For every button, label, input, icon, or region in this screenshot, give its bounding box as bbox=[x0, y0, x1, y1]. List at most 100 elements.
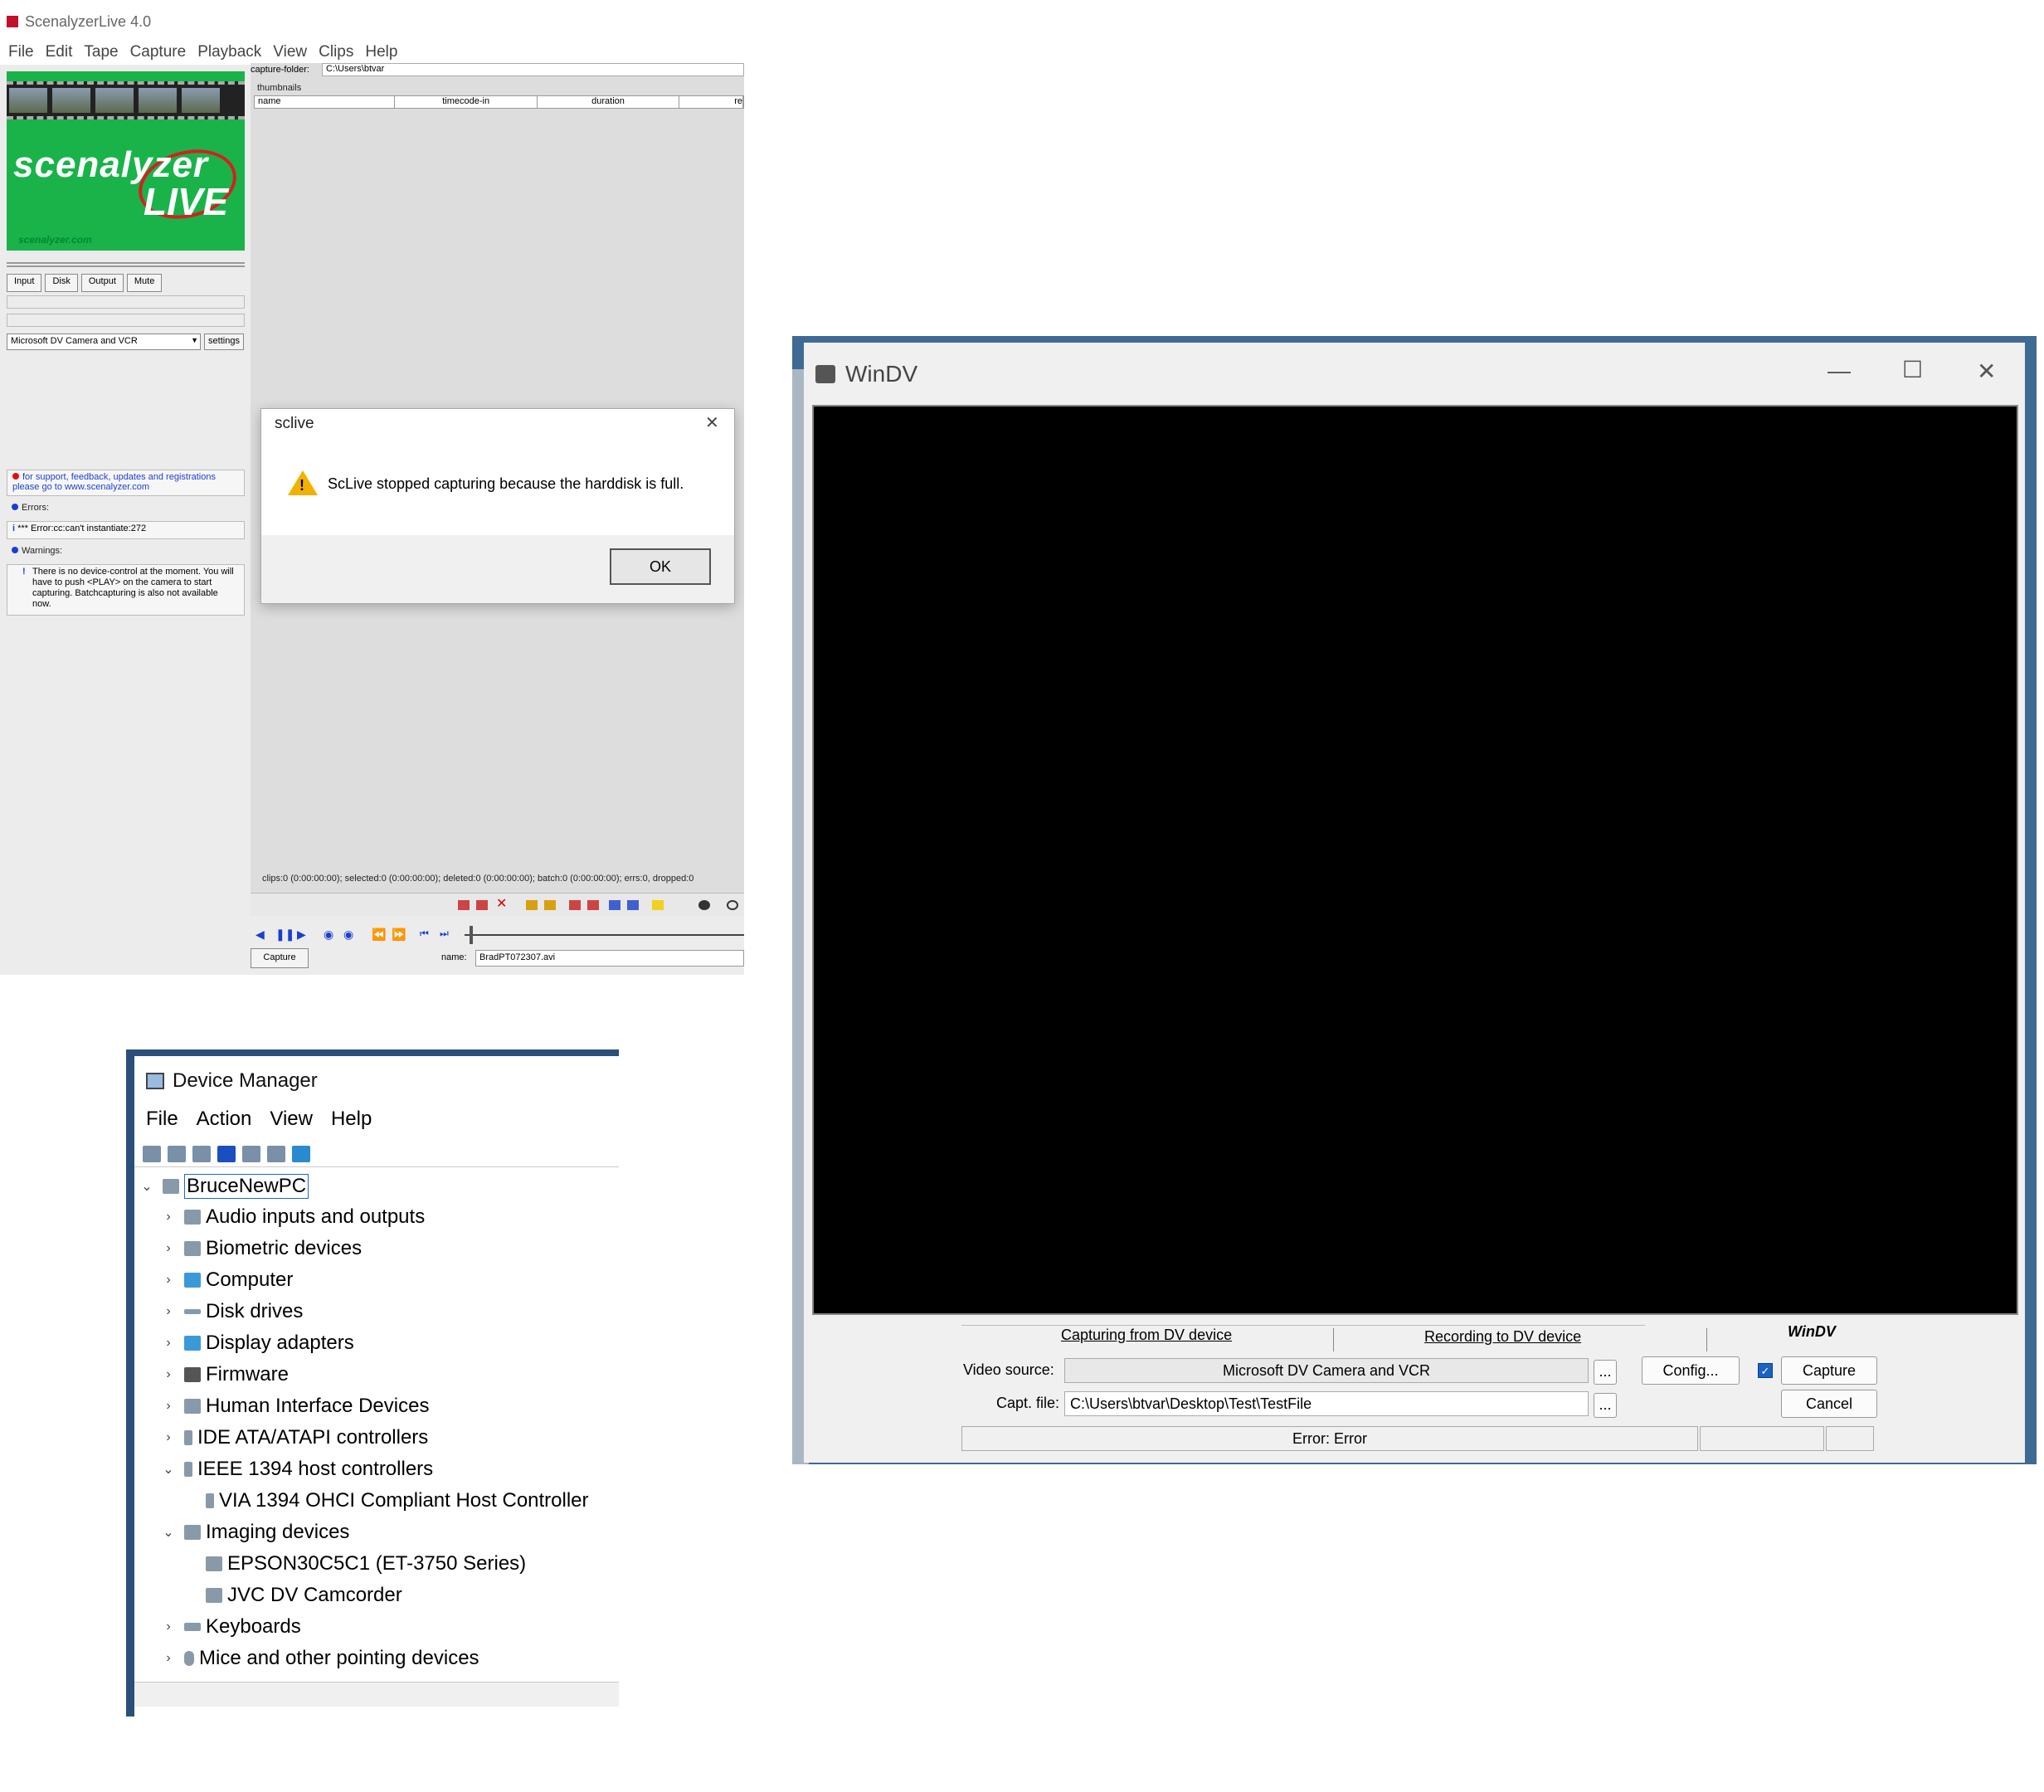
prev-scene-icon[interactable]: ◉ bbox=[324, 928, 333, 942]
video-source-field[interactable]: Microsoft DV Camera and VCR bbox=[1064, 1358, 1589, 1383]
chevron-right-icon[interactable]: › bbox=[161, 1304, 176, 1319]
support-text[interactable]: for support, feedback, updates and regis… bbox=[12, 472, 216, 492]
cancel-button[interactable]: Cancel bbox=[1781, 1390, 1877, 1418]
device-select[interactable]: Microsoft DV Camera and VCR ▼ bbox=[7, 334, 201, 350]
split-icon[interactable] bbox=[458, 900, 470, 910]
view-icon[interactable] bbox=[242, 1146, 260, 1162]
chevron-right-icon[interactable]: › bbox=[161, 1210, 176, 1225]
skip-back-icon[interactable]: ⏮ bbox=[420, 928, 429, 940]
properties-icon[interactable] bbox=[192, 1146, 211, 1162]
capture-button[interactable]: Capture bbox=[1781, 1356, 1877, 1385]
close-icon[interactable]: ✕ bbox=[705, 412, 719, 433]
col-timecode-in[interactable]: timecode-in bbox=[395, 96, 538, 108]
tree-item-jvc[interactable]: JVC DV Camcorder bbox=[206, 1584, 402, 1607]
forward-icon[interactable] bbox=[168, 1146, 186, 1162]
tab-capturing[interactable]: Capturing from DV device bbox=[1061, 1327, 1232, 1344]
tree-item-biometric[interactable]: › Biometric devices bbox=[161, 1237, 362, 1260]
chevron-right-icon[interactable]: › bbox=[161, 1430, 176, 1445]
menu-clips[interactable]: Clips bbox=[319, 43, 353, 61]
menu-playback[interactable]: Playback bbox=[197, 43, 261, 61]
col-name[interactable]: name bbox=[255, 96, 396, 108]
rewind-icon[interactable]: ◀ bbox=[256, 928, 265, 942]
tree-item-ide[interactable]: › IDE ATA/ATAPI controllers bbox=[161, 1426, 428, 1449]
menu-file[interactable]: File bbox=[146, 1108, 178, 1131]
menu-action[interactable]: Action bbox=[197, 1108, 252, 1131]
col-more[interactable]: re bbox=[679, 96, 743, 108]
tree-item-imaging[interactable]: ⌄ Imaging devices bbox=[161, 1521, 349, 1544]
capt-file-field[interactable]: C:\Users\btvar\Desktop\Test\TestFile bbox=[1064, 1391, 1589, 1416]
chevron-right-icon[interactable]: › bbox=[161, 1336, 176, 1351]
menu-capture[interactable]: Capture bbox=[130, 43, 187, 61]
chevron-right-icon[interactable]: › bbox=[161, 1619, 176, 1634]
mark-in-icon[interactable] bbox=[526, 900, 538, 910]
capture-folder-field[interactable]: C:\Users\btvar bbox=[322, 63, 744, 76]
scene-icon[interactable] bbox=[587, 900, 599, 910]
join-icon[interactable] bbox=[476, 900, 488, 910]
menu-help[interactable]: Help bbox=[331, 1108, 372, 1131]
chevron-right-icon[interactable]: › bbox=[161, 1367, 176, 1382]
help-icon[interactable] bbox=[217, 1146, 236, 1162]
capture-checkbox[interactable]: ✓ bbox=[1758, 1363, 1773, 1378]
tab-output[interactable]: Output bbox=[80, 274, 124, 292]
chevron-down-icon[interactable]: ⌄ bbox=[139, 1178, 154, 1195]
capture-button[interactable]: Capture bbox=[251, 948, 309, 968]
tree-item-computer[interactable]: › Computer bbox=[161, 1269, 293, 1292]
skip-forward-icon[interactable]: ⏭ bbox=[440, 928, 449, 940]
tree-item-mice[interactable]: › Mice and other pointing devices bbox=[161, 1647, 479, 1670]
chevron-down-icon[interactable]: ⌄ bbox=[161, 1461, 176, 1478]
menu-view[interactable]: View bbox=[273, 43, 307, 61]
close-icon[interactable]: ✕ bbox=[1977, 358, 1996, 385]
monitor-icon[interactable] bbox=[292, 1146, 310, 1162]
chevron-right-icon[interactable]: › bbox=[161, 1399, 176, 1414]
menu-edit[interactable]: Edit bbox=[46, 43, 73, 61]
trim-icon[interactable] bbox=[627, 900, 639, 910]
capt-file-browse-button[interactable]: ... bbox=[1594, 1393, 1617, 1418]
fast-forward-icon[interactable]: ⏩ bbox=[392, 928, 406, 942]
menu-tape[interactable]: Tape bbox=[84, 43, 118, 61]
menu-view[interactable]: View bbox=[270, 1108, 313, 1131]
mute-toggle[interactable]: Mute bbox=[126, 274, 163, 292]
tree-item-keyboards[interactable]: › Keyboards bbox=[161, 1615, 300, 1639]
pause-icon[interactable]: ❚❚ bbox=[275, 928, 294, 942]
col-duration[interactable]: duration bbox=[538, 96, 680, 108]
menu-help[interactable]: Help bbox=[365, 43, 397, 61]
slider-handle[interactable] bbox=[470, 926, 473, 944]
back-icon[interactable] bbox=[143, 1146, 161, 1162]
next-scene-icon[interactable]: ◉ bbox=[343, 928, 353, 942]
chevron-down-icon[interactable]: ⌄ bbox=[161, 1524, 176, 1541]
chevron-right-icon[interactable]: › bbox=[161, 1241, 176, 1256]
tab-disk[interactable]: Disk bbox=[45, 274, 78, 292]
maximize-icon[interactable]: ☐ bbox=[1902, 356, 1923, 383]
cut-icon[interactable] bbox=[609, 900, 620, 910]
tree-item-audio[interactable]: › Audio inputs and outputs bbox=[161, 1205, 425, 1229]
tab-recording[interactable]: Recording to DV device bbox=[1424, 1328, 1581, 1346]
settings-button[interactable]: settings bbox=[204, 334, 244, 350]
name-field[interactable]: BradPT072307.avi bbox=[475, 950, 744, 967]
video-source-browse-button[interactable]: ... bbox=[1594, 1360, 1617, 1385]
tab-input[interactable]: Input bbox=[7, 274, 42, 292]
tree-item-disk[interactable]: › Disk drives bbox=[161, 1300, 303, 1323]
chevron-right-icon[interactable]: › bbox=[161, 1273, 176, 1288]
chevron-right-icon[interactable]: › bbox=[161, 1651, 176, 1666]
minimize-icon[interactable]: — bbox=[1827, 358, 1851, 384]
tree-item-display[interactable]: › Display adapters bbox=[161, 1332, 353, 1355]
menu-file[interactable]: File bbox=[8, 43, 34, 61]
mark-out-icon[interactable] bbox=[544, 900, 556, 910]
delete-icon[interactable]: ✕ bbox=[496, 895, 508, 911]
tree-item-via1394[interactable]: VIA 1394 OHCI Compliant Host Controller bbox=[206, 1489, 589, 1512]
tree-item-firmware[interactable]: › Firmware bbox=[161, 1363, 289, 1386]
search-icon[interactable] bbox=[727, 900, 738, 910]
tree-item-ieee1394[interactable]: ⌄ IEEE 1394 host controllers bbox=[161, 1458, 433, 1481]
tree-item-epson[interactable]: EPSON30C5C1 (ET-3750 Series) bbox=[206, 1552, 526, 1575]
batch-icon[interactable] bbox=[569, 900, 581, 910]
undo-icon[interactable] bbox=[698, 900, 710, 910]
ok-button[interactable]: OK bbox=[610, 548, 711, 585]
tree-root[interactable]: ⌄ BruceNewPC bbox=[139, 1174, 309, 1199]
tree-item-hid[interactable]: › Human Interface Devices bbox=[161, 1395, 429, 1418]
print-icon[interactable] bbox=[267, 1146, 285, 1162]
fast-rewind-icon[interactable]: ⏪ bbox=[372, 928, 386, 942]
config-button[interactable]: Config... bbox=[1642, 1356, 1740, 1385]
play-icon[interactable]: ▶ bbox=[297, 928, 306, 942]
position-slider[interactable] bbox=[465, 934, 744, 936]
star-icon[interactable] bbox=[652, 900, 664, 910]
